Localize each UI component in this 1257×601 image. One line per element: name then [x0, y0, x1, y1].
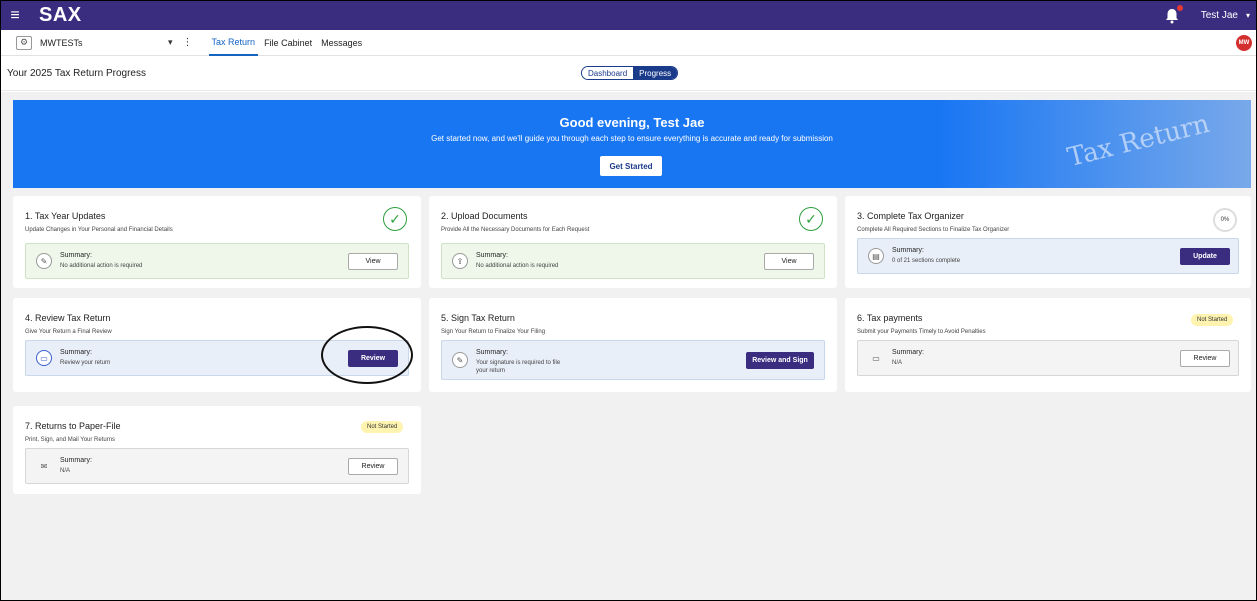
- hamburger-menu-icon[interactable]: ≡: [1, 1, 29, 30]
- card-review-tax-return: 4. Review Tax Return Give Your Return a …: [13, 298, 421, 392]
- summary-text: N/A: [60, 468, 71, 474]
- summary-box: ✉ Summary: N/A Review: [25, 448, 409, 484]
- summary-text-line-1: Your signature is required to file: [476, 360, 561, 366]
- summary-label: Summary:: [60, 252, 92, 259]
- user-area: Test Jae ▾: [1163, 1, 1250, 30]
- pencil-icon: ✎: [36, 253, 52, 269]
- more-options-icon[interactable]: ⋮: [183, 37, 193, 48]
- summary-text-line-2: your return: [476, 368, 506, 374]
- summary-label: Summary:: [892, 247, 924, 254]
- upload-icon: ⇪: [452, 253, 468, 269]
- tab-bar: Tax Return File Cabinet Messages: [208, 30, 369, 56]
- card-title: 5. Sign Tax Return: [441, 313, 515, 323]
- card-title: 3. Complete Tax Organizer: [857, 211, 964, 221]
- client-bar: ⚙ MWTESTs ▾ ⋮ Tax Return File Cabinet Me…: [1, 30, 1256, 56]
- tab-tax-return[interactable]: Tax Return: [208, 30, 259, 56]
- card-subtitle: Complete All Required Sections to Finali…: [857, 227, 1010, 233]
- summary-label: Summary:: [476, 252, 508, 259]
- document-icon: ▭: [36, 350, 52, 366]
- card-subtitle: Sign Your Return to Finalize Your Filing: [441, 329, 546, 335]
- main-content: Tax Return Good evening, Test Jae Get st…: [1, 92, 1256, 600]
- view-button[interactable]: View: [764, 253, 814, 270]
- card-upload-documents: 2. Upload Documents Provide All the Nece…: [429, 196, 837, 288]
- summary-text: 0 of 21 sections complete: [892, 258, 961, 264]
- tab-file-cabinet[interactable]: File Cabinet: [261, 30, 315, 56]
- summary-box: ✎ Summary: Your signature is required to…: [441, 340, 825, 380]
- brand-logo[interactable]: SAX: [39, 4, 82, 27]
- summary-label: Summary:: [60, 349, 92, 356]
- card-tax-year-updates: 1. Tax Year Updates Update Changes in Yo…: [13, 196, 421, 288]
- client-settings-icon[interactable]: ⚙: [16, 35, 32, 50]
- client-selector[interactable]: MWTESTs: [40, 38, 168, 48]
- view-button[interactable]: View: [348, 253, 398, 270]
- summary-box: ⇪ Summary: No additional action is requi…: [441, 243, 825, 279]
- card-subtitle: Submit your Payments Timely to Avoid Pen…: [857, 329, 986, 335]
- summary-box: ▭ Summary: N/A Review: [857, 340, 1239, 376]
- chevron-down-icon[interactable]: ▾: [168, 37, 173, 48]
- review-button[interactable]: Review: [1180, 350, 1230, 367]
- welcome-banner: Tax Return Good evening, Test Jae Get st…: [13, 100, 1251, 188]
- toggle-dashboard[interactable]: Dashboard: [582, 67, 634, 79]
- card-subtitle: Update Changes in Your Personal and Fina…: [25, 227, 173, 233]
- page-title: Your 2025 Tax Return Progress: [7, 67, 146, 79]
- card-title: 2. Upload Documents: [441, 211, 528, 221]
- greeting: Good evening, Test Jae: [559, 115, 705, 130]
- summary-box: ✎ Summary: No additional action is requi…: [25, 243, 409, 279]
- card-subtitle: Print, Sign, and Mail Your Returns: [25, 437, 116, 443]
- summary-label: Summary:: [892, 349, 924, 356]
- view-toggle: Dashboard Progress: [581, 66, 679, 80]
- user-menu-caret-icon[interactable]: ▾: [1246, 11, 1250, 20]
- summary-label: Summary:: [60, 457, 92, 464]
- complete-check-icon: ✓: [799, 207, 823, 231]
- app-frame: ≡ SAX Test Jae ▾ ⚙ MWTESTs ▾ ⋮ Tax Retur…: [0, 0, 1257, 601]
- signature-pen-icon: ✎: [452, 352, 468, 368]
- top-bar: ≡ SAX Test Jae ▾: [1, 1, 1256, 30]
- review-and-sign-button[interactable]: Review and Sign: [746, 352, 814, 369]
- card-title: 6. Tax payments: [857, 313, 923, 323]
- card-subtitle: Provide All the Necessary Documents for …: [441, 227, 590, 233]
- card-subtitle: Give Your Return a Final Review: [25, 329, 112, 335]
- tax-return-illustration: Tax Return: [941, 100, 1251, 188]
- card-title: 1. Tax Year Updates: [25, 211, 106, 221]
- progress-ring: 0%: [1213, 208, 1237, 232]
- page-header: Your 2025 Tax Return Progress Dashboard …: [1, 56, 1256, 91]
- card-tax-payments: 6. Tax payments Submit your Payments Tim…: [845, 298, 1251, 392]
- card-sign-tax-return: 5. Sign Tax Return Sign Your Return to F…: [429, 298, 837, 392]
- get-started-button[interactable]: Get Started: [600, 156, 662, 176]
- summary-text: N/A: [892, 360, 903, 366]
- card-returns-to-paper-file: 7. Returns to Paper-File Print, Sign, an…: [13, 406, 421, 494]
- card-complete-tax-organizer: 3. Complete Tax Organizer Complete All R…: [845, 196, 1251, 288]
- user-name[interactable]: Test Jae: [1201, 10, 1238, 21]
- card-title: 7. Returns to Paper-File: [25, 421, 121, 431]
- update-button[interactable]: Update: [1180, 248, 1230, 265]
- credit-card-icon: ▭: [872, 353, 880, 363]
- tab-messages[interactable]: Messages: [318, 30, 365, 56]
- summary-box: ▤ Summary: 0 of 21 sections complete Upd…: [857, 238, 1239, 274]
- banner-subtitle: Get started now, and we'll guide you thr…: [431, 134, 833, 143]
- toggle-progress[interactable]: Progress: [633, 67, 678, 79]
- status-badge: Not Started: [361, 421, 404, 433]
- organizer-icon: ▤: [868, 248, 884, 264]
- summary-text: Review your return: [60, 360, 111, 366]
- avatar[interactable]: MW: [1236, 35, 1252, 51]
- highlight-circle: [321, 326, 413, 384]
- summary-text: No additional action is required: [60, 263, 143, 269]
- mail-icon: ✉: [40, 461, 48, 471]
- complete-check-icon: ✓: [383, 207, 407, 231]
- review-button[interactable]: Review: [348, 458, 398, 475]
- summary-label: Summary:: [476, 349, 508, 356]
- summary-text: No additional action is required: [476, 263, 559, 269]
- card-title: 4. Review Tax Return: [25, 313, 111, 323]
- notification-badge: [1176, 4, 1183, 11]
- status-badge: Not Started: [1191, 314, 1234, 326]
- notification-bell-icon[interactable]: [1163, 4, 1183, 25]
